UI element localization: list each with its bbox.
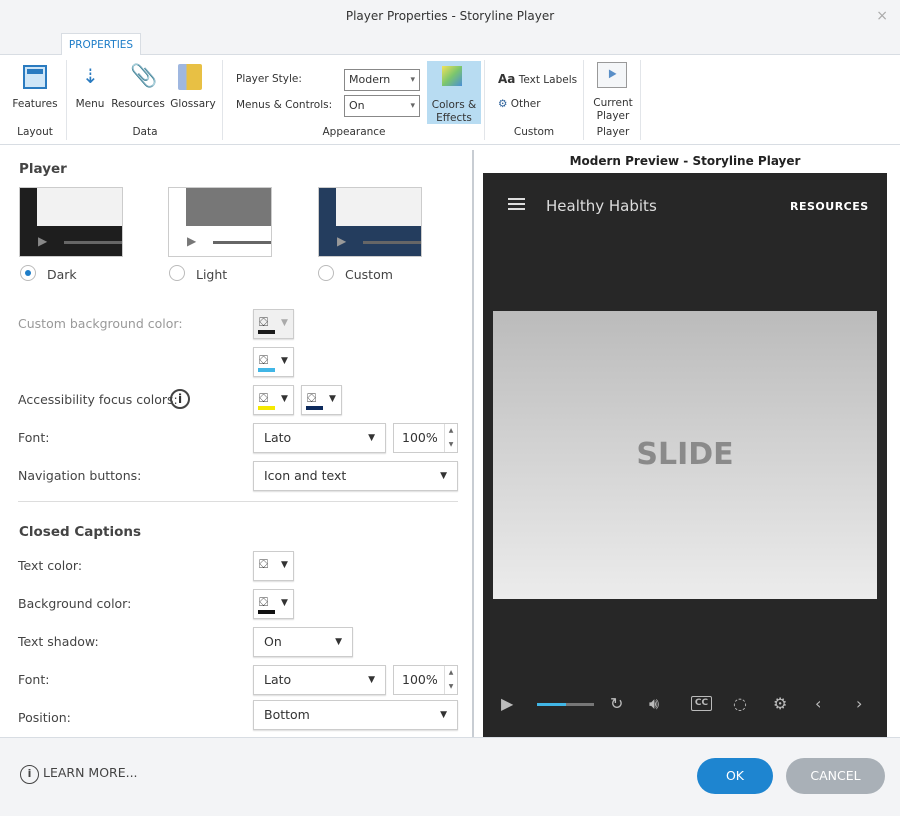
paint-bucket-icon: ⛋ [307, 391, 317, 405]
divider [222, 60, 223, 140]
radio-light[interactable] [169, 265, 185, 281]
cc-font-dropdown[interactable]: Lato ▼ [253, 665, 386, 695]
radio-custom[interactable] [318, 265, 334, 281]
cc-bg-color-button[interactable]: ⛋ ▼ [253, 589, 294, 619]
focus-color-2-button[interactable]: ⛋ ▼ [301, 385, 342, 415]
title-bar: Player Properties - Storyline Player [0, 0, 900, 33]
cc-position-dropdown[interactable]: Bottom ▼ [253, 700, 458, 730]
cc-text-color-button[interactable]: ⛋ ▼ [253, 551, 294, 581]
spinner-arrows-icon[interactable]: ▲ ▼ [444, 424, 457, 452]
paint-bucket-icon: ⛋ [259, 557, 269, 571]
gear-icon: ⚙ [498, 98, 508, 110]
other-button[interactable]: ⚙ Other [498, 98, 541, 110]
theme-dark-thumbnail[interactable]: ▶ [19, 187, 123, 257]
divider [18, 501, 458, 502]
closed-captions-icon[interactable]: CC [691, 696, 712, 711]
custom-bg-color-button[interactable]: ⛋ ▼ [253, 309, 294, 339]
close-icon[interactable]: × [876, 0, 888, 33]
player-style-select[interactable]: Modern [344, 69, 420, 91]
glossary-button[interactable]: Glossary [168, 60, 218, 116]
player-wrench-icon: ⯈ [597, 62, 627, 88]
divider [484, 60, 485, 140]
menus-controls-select[interactable]: On [344, 95, 420, 117]
resources-button[interactable]: 📎 Resources [110, 60, 166, 116]
features-icon [23, 65, 47, 89]
window-title: Player Properties - Storyline Player [345, 9, 555, 23]
next-icon[interactable]: › [856, 694, 862, 713]
slide-area: SLIDE [493, 311, 877, 599]
spinner-arrows-icon[interactable]: ▲ ▼ [444, 666, 457, 694]
divider [66, 60, 67, 140]
current-player-button[interactable]: ⯈ Current Player [588, 60, 638, 122]
paint-bucket-icon: ⛋ [259, 353, 269, 367]
divider [640, 60, 641, 140]
features-button[interactable]: Features [8, 60, 62, 116]
group-layout: Layout [17, 126, 53, 138]
colors-effects-button[interactable]: Colors & Effects [427, 61, 481, 124]
cancel-button[interactable]: CANCEL [786, 758, 885, 794]
divider [583, 60, 584, 140]
playback-speed-icon[interactable]: ◌ [733, 694, 747, 713]
text-shadow-dropdown[interactable]: On ▼ [253, 627, 353, 657]
play-icon[interactable]: ▶ [501, 694, 513, 713]
tab-properties[interactable]: PROPERTIES [61, 33, 141, 56]
info-icon: i [20, 765, 39, 784]
paint-bucket-icon: ⛋ [259, 315, 269, 329]
group-data: Data [132, 126, 158, 138]
panel-divider [472, 150, 474, 737]
theme-light-thumbnail[interactable]: ▶ [168, 187, 272, 257]
accent-color-button[interactable]: ⛋ ▼ [253, 347, 294, 377]
settings-gear-icon[interactable]: ⚙ [773, 694, 787, 713]
group-appearance: Appearance [322, 126, 386, 138]
menu-icon: ⇣ [82, 64, 99, 88]
focus-color-1-button[interactable]: ⛋ ▼ [253, 385, 294, 415]
glossary-books-icon [178, 64, 202, 90]
closed-captions-heading: Closed Captions [19, 524, 142, 540]
seek-bar[interactable] [537, 703, 594, 706]
text-labels-icon: Aa [498, 72, 516, 86]
previous-icon[interactable]: ‹ [815, 694, 821, 713]
paint-bucket-icon: ⛋ [259, 391, 269, 405]
volume-icon[interactable]: 🔊︎ [649, 694, 659, 714]
paint-bucket-icon: ⛋ [259, 595, 269, 609]
navigation-buttons-dropdown[interactable]: Icon and text ▼ [253, 461, 458, 491]
paperclip-icon: 📎 [130, 64, 158, 89]
player-font-dropdown[interactable]: Lato ▼ [253, 423, 386, 453]
radio-dark[interactable] [20, 265, 36, 281]
palette-icon [442, 66, 462, 86]
learn-more-link[interactable]: i LEARN MORE... [20, 765, 138, 784]
menu-button[interactable]: ⇣ Menu [72, 60, 108, 116]
replay-icon[interactable]: ↻ [610, 694, 623, 713]
course-title: Healthy Habits [546, 197, 657, 215]
resources-tab[interactable]: RESOURCES [790, 200, 869, 213]
cc-font-size-spinner[interactable]: 100% ▲ ▼ [393, 665, 458, 695]
player-font-size-spinner[interactable]: 100% ▲ ▼ [393, 423, 458, 453]
theme-custom-thumbnail[interactable]: ▶ [318, 187, 422, 257]
group-custom: Custom [513, 126, 555, 138]
info-icon[interactable]: i [170, 389, 190, 409]
text-labels-button[interactable]: Aa Text Labels [498, 72, 577, 86]
preview-title: Modern Preview - Storyline Player [569, 154, 801, 168]
player-heading: Player [19, 161, 67, 177]
group-player: Player [596, 126, 630, 138]
ok-button[interactable]: OK [697, 758, 773, 794]
hamburger-menu-icon[interactable] [508, 198, 525, 210]
